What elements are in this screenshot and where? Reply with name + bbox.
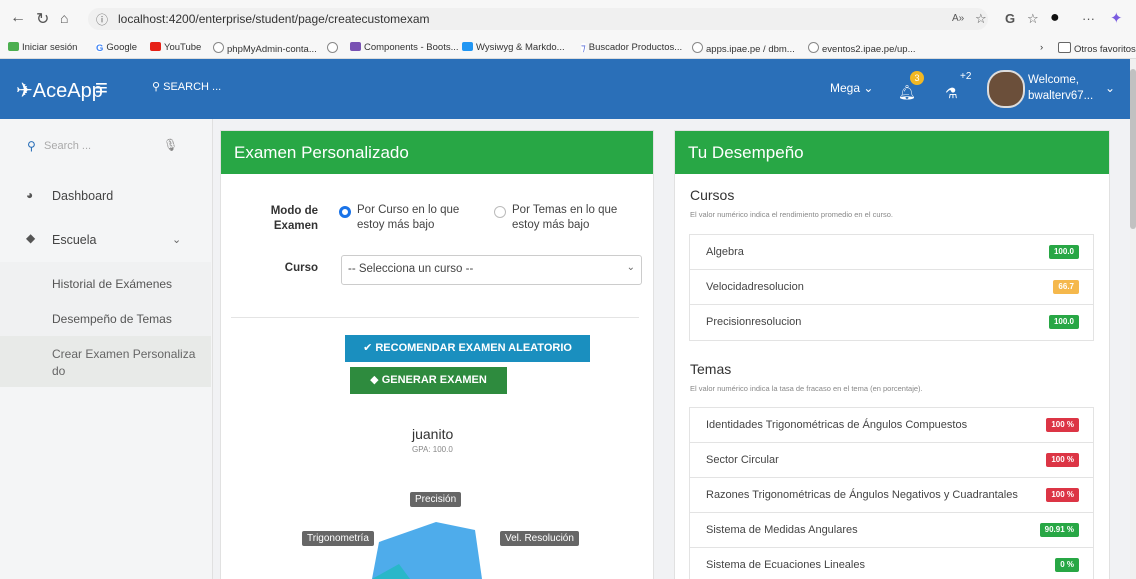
chevron-right-icon[interactable]: › xyxy=(1040,42,1043,53)
shield-icon: ◆ xyxy=(26,231,36,245)
course-label: Curso xyxy=(284,262,318,274)
back-icon[interactable]: ← xyxy=(10,9,26,27)
check-icon: ✔ xyxy=(363,342,373,354)
microphone-icon[interactable]: 🎙︎ xyxy=(163,138,178,152)
performance-card-header: Tu Desempeño xyxy=(675,131,1109,174)
topics-title: Temas xyxy=(690,361,732,377)
chevron-down-icon[interactable]: ⌄ xyxy=(1105,81,1115,95)
mega-menu[interactable]: Mega ⌄ xyxy=(830,81,873,95)
bookmark-item[interactable]: G Google xyxy=(96,42,137,54)
lab-badge: +2 xyxy=(960,71,972,82)
student-gpa: GPA: 100.0 xyxy=(412,445,453,454)
tag-icon: ◆ xyxy=(370,374,379,386)
more-menu-icon[interactable]: ··· xyxy=(1082,11,1095,26)
browser-chrome: ← ↻ ⌂ ⓘ localhost:4200/enterprise/studen… xyxy=(0,0,1136,59)
home-icon[interactable]: ⌂ xyxy=(60,10,68,26)
bookmarks-bar: Iniciar sesión G Google YouTube phpMyAdmi… xyxy=(0,38,1136,58)
app-navbar: ✈AceApp ≡ ⚲ SEARCH ... Mega ⌄ 🔔︎ 3 ⚗ +2 … xyxy=(0,59,1130,119)
bookmark-item[interactable]: eventos2.ipae.pe/up... xyxy=(808,42,916,55)
radio-por-curso-label[interactable]: Por Curso en lo que estoy más bajo xyxy=(357,203,459,233)
courses-title: Cursos xyxy=(690,187,735,203)
topic-row: Sector Circular 100 % xyxy=(689,442,1094,479)
bookmark-item[interactable]: apps.ipae.pe / dbm... xyxy=(692,42,795,55)
topics-note: El valor numérico indica la tasa de frac… xyxy=(690,384,923,393)
sidebar-item-desempeno[interactable]: Desempeño de Temas xyxy=(52,312,172,326)
topic-failure-badge: 90.91 % xyxy=(1039,523,1079,537)
bookmark-item[interactable]: ⁊ Buscador Productos... xyxy=(581,42,682,54)
other-favorites[interactable]: Otros favoritos xyxy=(1058,42,1136,55)
sidebar-item-historial[interactable]: Historial de Exámenes xyxy=(52,277,172,291)
sidebar-item-crear-examen[interactable]: Crear Examen Personaliza xyxy=(52,347,195,361)
course-row: Precisionresolucion 100.0 xyxy=(689,304,1094,341)
exam-card-header: Examen Personalizado xyxy=(221,131,653,174)
flask-icon[interactable]: ⚗ xyxy=(945,85,958,102)
welcome-user[interactable]: Welcome, bwalterv67... xyxy=(1028,72,1093,104)
course-score-badge: 100.0 xyxy=(1048,315,1079,329)
radio-por-temas-label[interactable]: Por Temas en lo que estoy más bajo xyxy=(512,203,617,233)
sidebar: ⚲ Search ... 🎙︎ ◕ Dashboard ◆ Escuela ⌄ … xyxy=(0,119,213,579)
generate-exam-button[interactable]: ◆ GENERAR EXAMEN xyxy=(350,367,507,394)
student-name: juanito xyxy=(412,426,454,442)
avatar[interactable] xyxy=(987,70,1025,108)
topic-failure-badge: 100 % xyxy=(1046,488,1079,502)
topic-row: Identidades Trigonométricas de Ángulos C… xyxy=(689,407,1094,444)
bookmark-item[interactable]: phpMyAdmin-conta... xyxy=(213,42,317,55)
favorite-star-icon[interactable]: ☆ xyxy=(975,11,987,27)
bookmark-item[interactable]: Components - Boots... xyxy=(350,42,459,53)
bookmark-item[interactable] xyxy=(327,42,341,55)
divider xyxy=(231,317,639,318)
bell-icon[interactable]: 🔔︎ xyxy=(898,84,916,101)
topic-row: Razones Trigonométricas de Ángulos Negat… xyxy=(689,477,1094,514)
reload-icon[interactable]: ↻ xyxy=(36,9,49,29)
bookmark-item[interactable]: Wysiwyg & Markdo... xyxy=(462,42,565,53)
mode-label: Modo de Examen xyxy=(270,205,318,232)
course-row: Velocidadresolucion 66.7 xyxy=(689,269,1094,306)
address-bar[interactable]: ⓘ localhost:4200/enterprise/student/page… xyxy=(88,8,988,30)
courses-note: El valor numérico indica el rendimiento … xyxy=(690,210,894,219)
radar-label-velocidad: Vel. Resolución xyxy=(500,531,579,546)
course-score-badge: 66.7 xyxy=(1053,280,1079,294)
topic-row: Sistema de Ecuaciones Lineales 0 % xyxy=(689,547,1094,579)
profile-icon[interactable]: ● xyxy=(1050,9,1060,27)
radar-label-precision: Precisión xyxy=(410,492,462,507)
bookmark-item[interactable]: YouTube xyxy=(150,42,201,53)
bookmark-item[interactable]: Iniciar sesión xyxy=(8,42,77,53)
course-select[interactable]: -- Selecciona un curso -- ⌄ xyxy=(341,255,642,285)
topic-failure-badge: 100 % xyxy=(1046,453,1079,467)
topic-failure-badge: 0 % xyxy=(1055,558,1079,572)
recommend-exam-button[interactable]: ✔ RECOMENDAR EXAMEN ALEATORIO xyxy=(345,335,590,362)
radio-por-curso[interactable] xyxy=(339,206,351,218)
topic-row: Sistema de Medidas Angulares 90.91 % xyxy=(689,512,1094,549)
sidebar-item-dashboard[interactable]: ◕ Dashboard xyxy=(26,184,206,208)
page-scrollbar[interactable] xyxy=(1130,59,1136,579)
sidebar-item-active-bg xyxy=(0,336,211,387)
address-url: localhost:4200/enterprise/student/page/c… xyxy=(118,12,430,26)
brand-logo[interactable]: ✈AceApp xyxy=(16,78,103,103)
sidebar-search-input[interactable]: Search ... xyxy=(44,140,91,152)
sidebar-item-escuela[interactable]: ◆ Escuela ⌄ xyxy=(26,227,186,251)
radio-por-temas[interactable] xyxy=(494,206,506,218)
course-score-badge: 100.0 xyxy=(1048,245,1079,259)
sidebar-item-crear-examen-cont[interactable]: do xyxy=(52,364,65,378)
scrollbar-thumb[interactable] xyxy=(1130,69,1136,229)
paper-plane-icon: ✈ xyxy=(16,80,33,102)
search-icon: ⚲ xyxy=(152,81,161,93)
dashboard-icon: ◕ xyxy=(26,188,34,202)
chevron-down-icon: ⌄ xyxy=(172,234,182,246)
course-row: Algebra 100.0 xyxy=(689,234,1094,271)
topic-failure-badge: 100 % xyxy=(1046,418,1079,432)
site-info-icon[interactable]: ⓘ xyxy=(96,11,108,28)
chevron-down-icon: ⌄ xyxy=(626,262,635,273)
search-icon: ⚲ xyxy=(27,139,36,153)
chevron-down-icon: ⌄ xyxy=(863,81,874,95)
notification-badge: 3 xyxy=(910,71,924,85)
favorites-icon[interactable]: ☆ xyxy=(1027,11,1039,27)
top-search[interactable]: ⚲ SEARCH ... xyxy=(152,80,221,93)
radar-label-trigonometria: Trigonometría xyxy=(302,531,374,546)
read-aloud-icon[interactable]: A» xyxy=(952,13,964,24)
hamburger-menu-icon[interactable]: ≡ xyxy=(95,75,108,101)
copilot-icon[interactable]: ✦ xyxy=(1110,9,1123,27)
extension-icon[interactable]: G xyxy=(1005,11,1015,26)
